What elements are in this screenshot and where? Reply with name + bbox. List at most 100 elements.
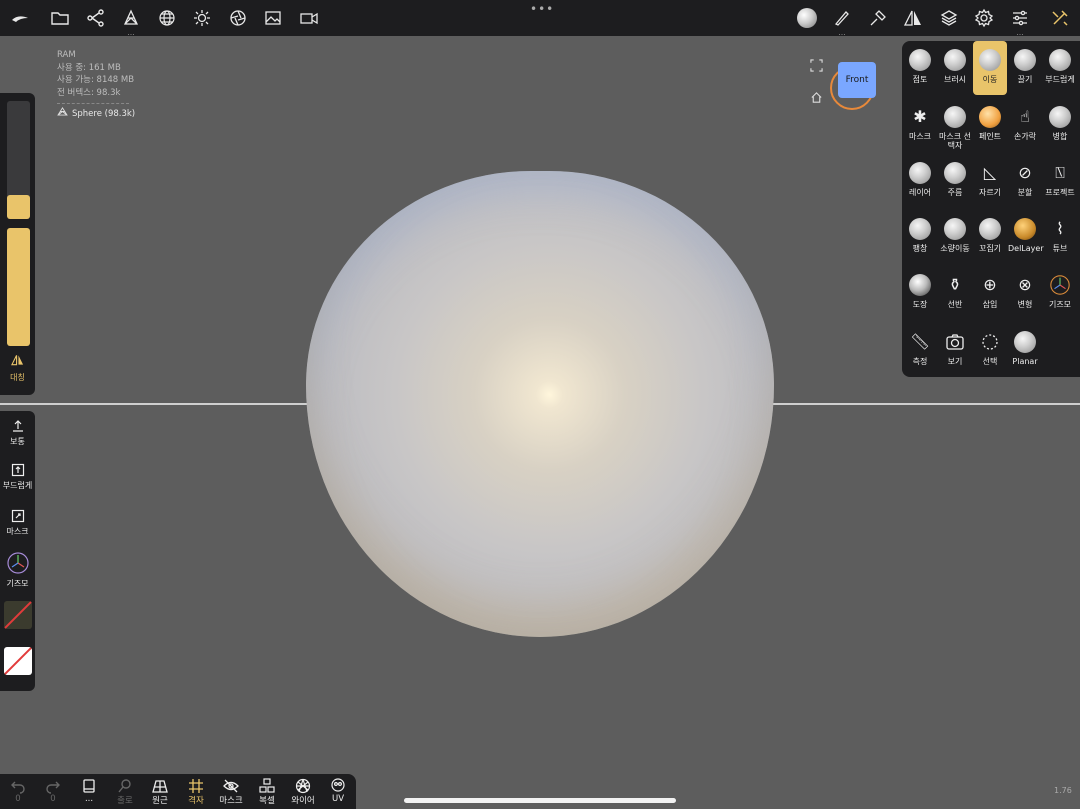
tool-move[interactable]: 이동 bbox=[973, 41, 1007, 95]
vertex-count: 전 버텍스: 98.3k bbox=[57, 87, 121, 98]
tool-label: 삽입 bbox=[982, 300, 998, 309]
sphere-mesh[interactable] bbox=[306, 171, 774, 637]
ram-label: RAM bbox=[57, 50, 76, 60]
lasso-select-icon bbox=[982, 334, 998, 350]
tool-inflate[interactable]: 팽창 bbox=[903, 218, 937, 264]
tool-label: 마스크 선택자 bbox=[939, 132, 971, 150]
tool-lathe[interactable]: ⚱ 선반 bbox=[938, 274, 972, 320]
tool-layer[interactable]: 레이어 bbox=[903, 162, 937, 208]
tool-finger[interactable]: ☝ 손가락 bbox=[1008, 106, 1042, 152]
tool-project[interactable]: ⍂ 프로젝트 bbox=[1043, 162, 1077, 208]
tool-view[interactable]: 보기 bbox=[938, 331, 972, 377]
tool-smooth[interactable]: 부드럽게 bbox=[1043, 49, 1077, 95]
symmetry-toggle[interactable]: 대칭 bbox=[0, 354, 35, 383]
material-ball-icon[interactable] bbox=[795, 6, 819, 30]
tool-clay[interactable]: 점토 bbox=[903, 49, 937, 95]
voxel-icon bbox=[259, 778, 275, 793]
nomad-logo-icon[interactable] bbox=[8, 6, 32, 30]
search-button[interactable]: 출로 bbox=[110, 778, 140, 806]
topology-icon[interactable]: … bbox=[119, 6, 143, 37]
voxel-label: 복셀 bbox=[259, 796, 275, 806]
aperture-icon[interactable] bbox=[226, 6, 250, 30]
perspective-icon bbox=[152, 780, 168, 793]
object-name: Sphere (98.3k) bbox=[72, 108, 136, 119]
tool-tube[interactable]: ⌇ 튜브 bbox=[1043, 218, 1077, 264]
symmetry-icon[interactable] bbox=[901, 6, 925, 30]
material-color-swatch[interactable] bbox=[4, 601, 32, 629]
tool-crease[interactable]: 주름 bbox=[938, 162, 972, 208]
tool-nudge[interactable]: 소량이동 bbox=[938, 218, 972, 264]
voxel-button[interactable]: 복셀 bbox=[252, 778, 282, 806]
video-icon[interactable] bbox=[297, 6, 321, 30]
wireframe-button[interactable]: 와이어 bbox=[288, 778, 318, 806]
tool-pinch[interactable]: 꼬집기 bbox=[973, 218, 1007, 264]
intensity-slider[interactable] bbox=[7, 228, 30, 346]
frame-fit-icon[interactable] bbox=[810, 57, 824, 72]
left-slider-panel: 대칭 bbox=[0, 93, 35, 395]
planar-icon bbox=[1014, 331, 1036, 353]
tool-mask[interactable]: ✱ 마스크 bbox=[903, 106, 937, 152]
home-view-icon[interactable] bbox=[810, 89, 824, 103]
tool-select[interactable]: 선택 bbox=[973, 331, 1007, 377]
tools-icon[interactable] bbox=[1048, 6, 1072, 30]
uv-button[interactable]: UV bbox=[323, 778, 353, 804]
mask-visibility-button[interactable]: 마스크 bbox=[216, 778, 246, 806]
tool-label: 꼬집기 bbox=[978, 244, 1002, 253]
wireframe-icon bbox=[295, 778, 311, 794]
radius-slider-thumb[interactable] bbox=[7, 195, 30, 219]
scene-graph-icon[interactable] bbox=[84, 6, 108, 30]
tool-drag[interactable]: 끌기 bbox=[1008, 49, 1042, 95]
tool-split[interactable]: ⊘ 분할 bbox=[1008, 162, 1042, 208]
tool-label: 손가락 bbox=[1013, 132, 1037, 141]
move-icon bbox=[979, 49, 1001, 71]
settings-gear-icon[interactable] bbox=[972, 6, 996, 30]
undo-button[interactable]: 0 bbox=[3, 778, 33, 804]
tool-dellayer[interactable]: DelLayer bbox=[1008, 218, 1044, 264]
sliders-icon[interactable]: … bbox=[1008, 6, 1032, 37]
tool-gizmo[interactable]: 기즈모 bbox=[1043, 274, 1077, 320]
sphere-grid-icon[interactable] bbox=[155, 6, 179, 30]
smooth-button[interactable]: 부드럽게 bbox=[0, 463, 35, 491]
tool-stamp[interactable]: 도장 bbox=[903, 274, 937, 320]
tool-label: 자르기 bbox=[978, 188, 1002, 197]
window-more-dots[interactable]: ••• bbox=[530, 2, 553, 16]
undo-icon bbox=[11, 781, 25, 794]
ram-used: 사용 중: 161 MB bbox=[57, 62, 121, 73]
brush-icon[interactable]: … bbox=[830, 6, 854, 37]
grid-button[interactable]: 격자 bbox=[181, 778, 211, 806]
mask-button[interactable]: 마스크 bbox=[0, 509, 35, 537]
paint-color-swatch[interactable] bbox=[4, 647, 32, 675]
object-entry[interactable]: Sphere (98.3k) bbox=[57, 107, 135, 121]
redo-button[interactable]: 0 bbox=[38, 778, 68, 804]
undo-count: 0 bbox=[15, 794, 21, 804]
image-icon[interactable] bbox=[261, 6, 285, 30]
tool-label: 튜브 bbox=[1052, 244, 1068, 253]
left-action-panel: 보통 부드럽게 마스크 기즈모 bbox=[0, 411, 35, 691]
tool-mask-selector[interactable]: 마스크 선택자 bbox=[938, 106, 972, 156]
tool-label: 프로젝트 bbox=[1045, 188, 1075, 197]
stats-overlay: RAM 사용 중: 161 MB 사용 가능: 8148 MB 전 버텍스: 9… bbox=[57, 49, 135, 121]
tool-insert[interactable]: ⊕ 삽입 bbox=[973, 274, 1007, 320]
pinch-icon bbox=[979, 218, 1001, 240]
tool-trim[interactable]: ◺ 자르기 bbox=[973, 162, 1007, 208]
tool-planar[interactable]: Planar bbox=[1008, 331, 1042, 377]
sliders-more-dots: … bbox=[1016, 29, 1024, 37]
insert-icon: ⊕ bbox=[983, 275, 997, 294]
paint-tool-icon[interactable] bbox=[866, 6, 890, 30]
sun-lighting-icon[interactable] bbox=[190, 6, 214, 30]
tool-paint[interactable]: 페인트 bbox=[973, 106, 1007, 152]
history-button[interactable]: ... bbox=[74, 778, 104, 804]
layers-icon[interactable] bbox=[937, 6, 961, 30]
tool-transform[interactable]: ⊗ 변형 bbox=[1008, 274, 1042, 320]
tool-merge[interactable]: 병합 bbox=[1043, 106, 1077, 152]
grid-icon bbox=[189, 779, 203, 793]
viewcube-front[interactable]: Front bbox=[838, 62, 876, 98]
tool-label: 병합 bbox=[1052, 132, 1068, 141]
perspective-button[interactable]: 원근 bbox=[145, 778, 175, 806]
folder-icon[interactable] bbox=[48, 6, 72, 30]
gizmo-button[interactable]: 기즈모 bbox=[0, 551, 35, 589]
tool-brush[interactable]: 브러시 bbox=[938, 49, 972, 95]
home-indicator[interactable] bbox=[404, 798, 676, 803]
tool-measure[interactable]: 📏︎ 측정 bbox=[903, 331, 937, 377]
normal-button[interactable]: 보통 bbox=[0, 419, 35, 447]
